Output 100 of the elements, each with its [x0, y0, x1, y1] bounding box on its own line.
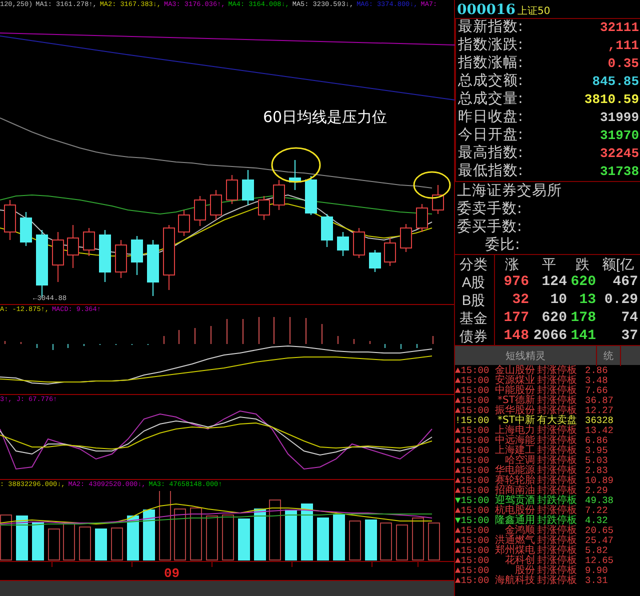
candlestick: [289, 160, 301, 190]
alert-row[interactable]: ▲15:00 振华股份 封涨停板 12.27: [455, 406, 640, 416]
alert-marker: ▲: [455, 525, 461, 536]
field-label: 总成交量:: [458, 90, 523, 109]
volume-bar: [190, 508, 202, 560]
stock-name: *ST中新: [498, 416, 536, 426]
candlestick: [432, 184, 444, 214]
alert-row[interactable]: ▲15:00 中远海能 封涨停板 6.86: [455, 436, 640, 446]
stock-name: *ST德新: [498, 396, 536, 406]
alert-event: 封涨停板: [537, 476, 578, 486]
candlestick: [384, 238, 396, 266]
alert-marker: ▲: [455, 535, 461, 546]
alert-marker: ▲: [455, 435, 461, 446]
annotation-text: 60日均线是压力位: [263, 107, 388, 128]
alert-value: 49.38: [585, 496, 615, 506]
stock-name: 股份: [515, 566, 536, 576]
alert-value: 3.31: [585, 576, 609, 586]
volume-bar: [317, 518, 329, 560]
stock-name: 上证50: [517, 4, 550, 19]
tab[interactable]: 短线精灵: [455, 346, 597, 366]
table-cell-text: 976: [502, 273, 530, 291]
volume-bar: [269, 500, 281, 560]
alert-value: 5.82: [585, 546, 609, 556]
alert-row[interactable]: ▲15:00 安源煤业 封涨停板 3.48: [455, 376, 640, 386]
alert-marker: ▲: [455, 395, 461, 406]
alert-row[interactable]: ▲15:00 赛轮轮胎 封涨停板 10.89: [455, 476, 640, 486]
alert-marker: ▲: [455, 555, 461, 566]
alert-row[interactable]: ▲15:00 哈空调 封涨停板 5.03: [455, 456, 640, 466]
alert-row[interactable]: ▲15:00 招商南油 封涨停板 2.29: [455, 486, 640, 496]
table-cell-text: 32: [511, 291, 530, 309]
alert-row[interactable]: ▲15:00 洪通燃气 封涨停板 25.47: [455, 536, 640, 546]
alert-row[interactable]: ▼15:00 隆鑫通用 封跌停板 4.32: [455, 516, 640, 526]
field-label: 最高指数:: [458, 144, 523, 163]
stock-name: 海航科技: [494, 576, 536, 586]
alert-row[interactable]: ▲15:00 中能股份 封涨停板 7.66: [455, 386, 640, 396]
table-cell-text: 620: [540, 309, 568, 327]
alert-event: 封涨停板: [537, 396, 578, 406]
field-label: 指数涨幅:: [458, 54, 523, 72]
volume-bar: [95, 528, 107, 560]
highlight-ellipse: [271, 147, 321, 183]
alert-value: 13.42: [585, 426, 615, 436]
stock-name: 上海电力: [494, 426, 536, 436]
alert-row[interactable]: ▲15:00 华电能源 封涨停板 2.83: [455, 466, 640, 476]
alert-event: 封涨停板: [537, 506, 578, 516]
stock-name: 隆鑫通用: [494, 516, 536, 526]
alert-time: 15:00: [460, 495, 490, 506]
candlestick: [4, 200, 16, 240]
candlestick: [178, 210, 190, 236]
alert-row[interactable]: ▲15:00 杭电股份 封涨停板 7.22: [455, 506, 640, 516]
alert-row[interactable]: ▲15:00 上海建工 封涨停板 3.95: [455, 446, 640, 456]
alert-row[interactable]: ▲15:00 *ST德新 封涨停板 36.87: [455, 396, 640, 406]
table-cell-text: 0.29: [603, 291, 639, 309]
alert-time: 15:00: [460, 545, 490, 556]
alert-event: 封跌停板: [537, 496, 578, 506]
candlestick: [210, 190, 222, 220]
alert-row[interactable]: ▲15:00 郑州煤电 封涨停板 5.82: [455, 546, 640, 556]
alert-event: 封涨停板: [537, 376, 578, 386]
volume-bar: [79, 526, 91, 560]
stock-name: 中远海能: [494, 436, 536, 446]
column-header: 涨: [504, 255, 520, 273]
alert-row[interactable]: ▲15:00 海航科技 封涨停板 3.31: [455, 576, 640, 586]
alert-value: 36328: [585, 416, 615, 426]
candlestick: [321, 214, 333, 248]
volume-bar: [143, 510, 155, 560]
column-header: 平: [541, 255, 557, 273]
alert-event: 有大卖盘: [537, 416, 578, 426]
alert-event: 封涨停板: [537, 546, 578, 556]
alert-event: 封涨停板: [537, 556, 578, 566]
alert-row[interactable]: ▲15:00 股份 封涨停板 9.90: [455, 566, 640, 576]
table-cell-text: 37: [620, 327, 639, 345]
alert-time: 15:00: [460, 425, 490, 436]
candlestick: [163, 224, 175, 290]
alert-row[interactable]: ▲15:00 上海电力 封涨停板 13.42: [455, 426, 640, 436]
alert-time: 15:00: [460, 475, 490, 486]
stock-name: 振华股份: [494, 406, 536, 416]
tab[interactable]: 统: [597, 346, 621, 366]
field-label: 委比:: [484, 236, 521, 254]
field-value: 31999: [600, 109, 639, 128]
alert-marker: ▲: [455, 485, 461, 496]
alert-row[interactable]: !15:00 *ST中新 有大卖盘 36328: [455, 416, 640, 426]
alert-marker: ▲: [455, 365, 461, 376]
alert-value: 12.27: [585, 406, 615, 416]
alert-event: 封跌停板: [537, 516, 578, 526]
alert-row[interactable]: ▼15:00 迎驾贡酒 封跌停板 49.38: [455, 496, 640, 506]
alert-row[interactable]: ▲15:00 金鸿顺 封涨停板 20.65: [455, 526, 640, 536]
volume-bar: [238, 518, 250, 560]
field-label: 委买手数:: [456, 218, 523, 236]
stock-name: 迎驾贡酒: [494, 496, 536, 506]
field-value: 3810.59: [584, 91, 639, 110]
field-value: 845.85: [592, 73, 639, 92]
alert-value: 36.87: [585, 396, 615, 406]
alert-event: 封涨停板: [537, 436, 578, 446]
table-cell-text: 124: [540, 273, 568, 291]
volume-bar: [396, 524, 408, 560]
alert-value: 6.86: [585, 436, 609, 446]
alert-marker: ▲: [455, 475, 461, 486]
alert-row[interactable]: ▲15:00 金山股份 封涨停板 2.86: [455, 366, 640, 376]
alert-row[interactable]: ▲15:00 花科创 封涨停板 12.65: [455, 556, 640, 566]
alert-time: 15:00: [460, 565, 490, 576]
table-cell-text: 141: [570, 327, 597, 345]
